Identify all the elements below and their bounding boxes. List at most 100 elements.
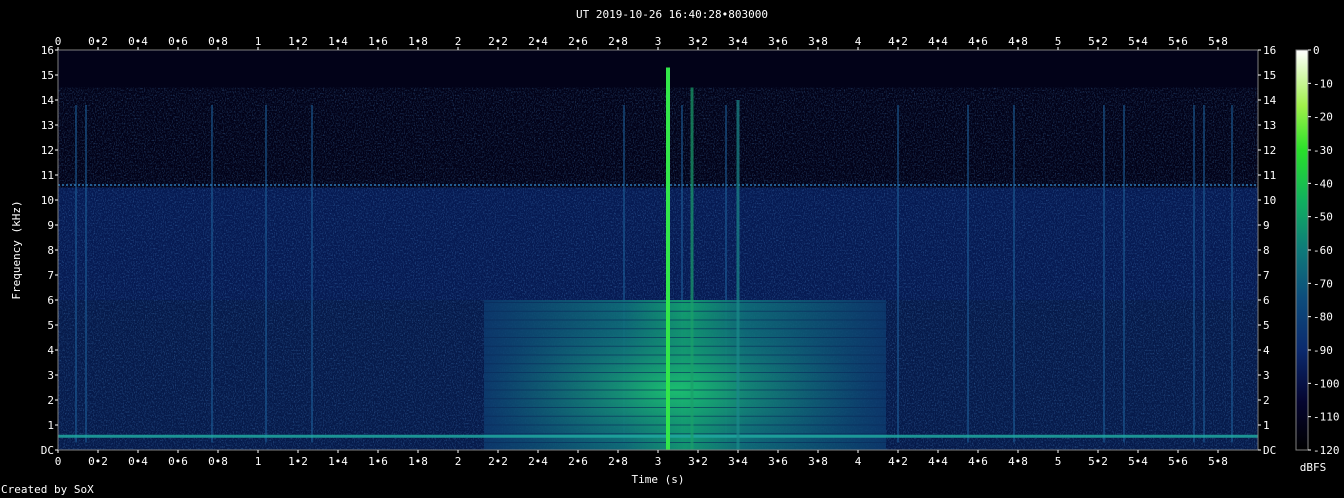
x-tick-label-bottom: 4•2 bbox=[888, 455, 908, 468]
colorbar-ticks: 0 -10 -20 -30 -40 -50 -60 -70 -80 -90 -100 -110 -120 bbox=[1308, 44, 1340, 457]
y-tick-label-right: 5 bbox=[1263, 319, 1270, 332]
y-tick-label-right: 12 bbox=[1263, 144, 1276, 157]
y-tick-label-left: 16 bbox=[41, 44, 54, 57]
x-tick-label-top: 5•8 bbox=[1208, 35, 1228, 48]
x-tick-label-top: 1•2 bbox=[288, 35, 308, 48]
x-tick-label-bottom: 5•4 bbox=[1128, 455, 1148, 468]
colorbar-tick-label: -60 bbox=[1313, 244, 1333, 257]
x-tick-label-top: 5•6 bbox=[1168, 35, 1188, 48]
x-tick-label-top: 4•2 bbox=[888, 35, 908, 48]
x-tick-label-top: 5 bbox=[1055, 35, 1062, 48]
colorbar-tick-label: -50 bbox=[1313, 211, 1333, 224]
colorbar-tick-label: 0 bbox=[1313, 44, 1320, 57]
y-tick-label-left: 13 bbox=[41, 119, 54, 132]
x-tick-label-top: 3•8 bbox=[808, 35, 828, 48]
colorbar-tick-label: -30 bbox=[1313, 144, 1333, 157]
colorbar-tick-label: -10 bbox=[1313, 77, 1333, 90]
x-tick-label-bottom: 4 bbox=[855, 455, 862, 468]
x-tick-label-bottom: 2 bbox=[455, 455, 462, 468]
x-tick-label-bottom: 3 bbox=[655, 455, 662, 468]
colorbar-tick-label: -70 bbox=[1313, 277, 1333, 290]
y-tick-label-right: 8 bbox=[1263, 244, 1270, 257]
y-tick-label-right: 3 bbox=[1263, 369, 1270, 382]
x-tick-label-top: 2•8 bbox=[608, 35, 628, 48]
y-tick-label-right: 11 bbox=[1263, 169, 1276, 182]
colorbar-gradient bbox=[1295, 49, 1309, 451]
x-axis-bottom: 0 0•2 0•4 0•6 0•8 1 1•2 1•4 1•6 1•8 2 2•2 2•4 2•6 2•8 3… bbox=[55, 450, 1228, 468]
x-tick-label-top: 4 bbox=[855, 35, 862, 48]
y-tick-label-left: 9 bbox=[47, 219, 54, 232]
x-tick-label-top: 4•6 bbox=[968, 35, 988, 48]
y-tick-label-right: 1 bbox=[1263, 419, 1270, 432]
colorbar-tick-label: -90 bbox=[1313, 344, 1333, 357]
colorbar-tick-label: -120 bbox=[1313, 444, 1340, 457]
credit-text: Created by SoX bbox=[1, 483, 94, 496]
y-tick-label-right: 13 bbox=[1263, 119, 1276, 132]
spectrogram-figure: 0 0•2 0•4 0•6 0•8 1 1•2 1•4 1•6 1•8 2 2•2 2•4 2•6 2•8 3… bbox=[10, 35, 1340, 486]
y-axis-right: DC12345678910111213141516 bbox=[1258, 44, 1277, 457]
x-tick-label-bottom: 4•6 bbox=[968, 455, 988, 468]
y-tick-label-left: 4 bbox=[47, 344, 54, 357]
y-tick-label-right: 14 bbox=[1263, 94, 1277, 107]
x-tick-label-bottom: 1•6 bbox=[368, 455, 388, 468]
y-tick-label-right: DC bbox=[1263, 444, 1276, 457]
x-tick-label-bottom: 3•8 bbox=[808, 455, 828, 468]
x-tick-label-bottom: 1•4 bbox=[328, 455, 348, 468]
x-tick-label-top: 2 bbox=[455, 35, 462, 48]
x-axis-top: 0 0•2 0•4 0•6 0•8 1 1•2 1•4 1•6 1•8 2 2•2 2•4 2•6 2•8 3… bbox=[55, 35, 1228, 50]
x-tick-label-bottom: 2•6 bbox=[568, 455, 588, 468]
x-tick-label-bottom: 2•4 bbox=[528, 455, 548, 468]
x-tick-label-bottom: 0•6 bbox=[168, 455, 188, 468]
x-tick-label-top: 0 bbox=[55, 35, 62, 48]
spectrogram-plot-area bbox=[57, 49, 1259, 451]
y-tick-label-left: 3 bbox=[47, 369, 54, 382]
y-tick-label-right: 16 bbox=[1263, 44, 1276, 57]
y-tick-label-right: 7 bbox=[1263, 269, 1270, 282]
x-tick-label-top: 2•6 bbox=[568, 35, 588, 48]
x-axis-label: Time (s) bbox=[632, 473, 685, 486]
x-tick-label-bottom: 0•2 bbox=[88, 455, 108, 468]
x-tick-label-bottom: 4•4 bbox=[928, 455, 948, 468]
x-tick-label-bottom: 3•4 bbox=[728, 455, 748, 468]
y-tick-label-left: 8 bbox=[47, 244, 54, 257]
x-tick-label-bottom: 4•8 bbox=[1008, 455, 1028, 468]
colorbar: 0 -10 -20 -30 -40 -50 -60 -70 -80 -90 -100 -110 -120… bbox=[1295, 44, 1340, 474]
y-tick-label-right: 9 bbox=[1263, 219, 1270, 232]
x-tick-label-top: 3•4 bbox=[728, 35, 748, 48]
x-tick-label-bottom: 5 bbox=[1055, 455, 1062, 468]
x-tick-label-top: 1•8 bbox=[408, 35, 428, 48]
x-tick-label-top: 1•6 bbox=[368, 35, 388, 48]
x-tick-label-top: 2•4 bbox=[528, 35, 548, 48]
x-tick-label-bottom: 2•2 bbox=[488, 455, 508, 468]
y-tick-label-left: 1 bbox=[47, 419, 54, 432]
x-tick-label-top: 4•4 bbox=[928, 35, 948, 48]
y-tick-label-right: 2 bbox=[1263, 394, 1270, 407]
x-tick-label-bottom: 3•6 bbox=[768, 455, 788, 468]
y-axis-label: Frequency (kHz) bbox=[10, 200, 23, 299]
y-tick-label-left: 6 bbox=[47, 294, 54, 307]
colorbar-label: dBFS bbox=[1300, 461, 1327, 474]
y-tick-label-left: 12 bbox=[41, 144, 54, 157]
x-tick-label-bottom: 5•6 bbox=[1168, 455, 1188, 468]
x-tick-label-bottom: 1 bbox=[255, 455, 262, 468]
x-tick-label-top: 0•6 bbox=[168, 35, 188, 48]
y-tick-label-right: 15 bbox=[1263, 69, 1276, 82]
y-tick-label-left: DC bbox=[41, 444, 54, 457]
x-tick-label-top: 5•4 bbox=[1128, 35, 1148, 48]
x-tick-label-top: 0•4 bbox=[128, 35, 148, 48]
x-tick-label-top: 2•2 bbox=[488, 35, 508, 48]
colorbar-tick-label: -40 bbox=[1313, 177, 1333, 190]
x-tick-label-top: 3•2 bbox=[688, 35, 708, 48]
y-tick-label-left: 2 bbox=[47, 394, 54, 407]
x-tick-label-top: 3 bbox=[655, 35, 662, 48]
x-tick-label-bottom: 2•8 bbox=[608, 455, 628, 468]
colorbar-tick-label: -80 bbox=[1313, 311, 1333, 324]
x-tick-label-top: 5•2 bbox=[1088, 35, 1108, 48]
x-tick-label-bottom: 1•8 bbox=[408, 455, 428, 468]
x-tick-label-bottom: 5•2 bbox=[1088, 455, 1108, 468]
x-tick-label-bottom: 3•2 bbox=[688, 455, 708, 468]
x-tick-label-bottom: 5•8 bbox=[1208, 455, 1228, 468]
x-tick-label-bottom: 0 bbox=[55, 455, 62, 468]
x-tick-label-top: 1•4 bbox=[328, 35, 348, 48]
y-tick-label-right: 10 bbox=[1263, 194, 1276, 207]
